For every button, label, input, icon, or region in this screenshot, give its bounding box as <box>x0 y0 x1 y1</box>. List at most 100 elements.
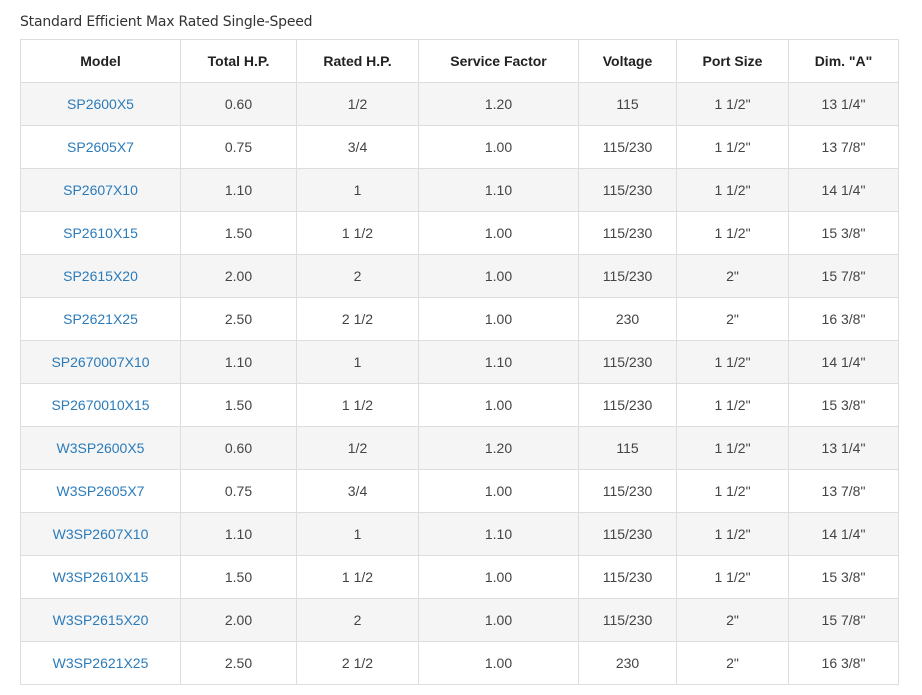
total-hp-cell: 0.75 <box>180 125 297 169</box>
service-factor-cell: 1.00 <box>418 598 579 642</box>
service-factor-cell: 1.00 <box>418 211 579 255</box>
port-size-cell: 1 1/2" <box>676 340 789 384</box>
voltage-cell: 230 <box>578 641 677 685</box>
port-size-cell: 2" <box>676 297 789 341</box>
total-hp-cell: 0.60 <box>180 82 297 126</box>
model-link[interactable]: SP2607X10 <box>63 182 138 198</box>
model-link[interactable]: SP2615X20 <box>63 268 138 284</box>
service-factor-cell: 1.00 <box>418 469 579 513</box>
rated-hp-cell: 2 1/2 <box>296 641 419 685</box>
rated-hp-cell: 1 <box>296 512 419 556</box>
rated-hp-cell: 2 <box>296 598 419 642</box>
total-hp-cell: 2.00 <box>180 254 297 298</box>
model-link[interactable]: SP2605X7 <box>67 139 134 155</box>
total-hp-cell: 1.10 <box>180 340 297 384</box>
service-factor-cell: 1.20 <box>418 82 579 126</box>
header-port-size: Port Size <box>676 39 789 83</box>
table-caption: Standard Efficient Max Rated Single-Spee… <box>20 14 313 30</box>
model-cell: SP2621X25 <box>20 297 181 341</box>
pump-spec-table: Model Total H.P. Rated H.P. Service Fact… <box>20 39 899 685</box>
rated-hp-cell: 1 <box>296 340 419 384</box>
table-row: SP2600X5 0.60 1/2 1.20 115 1 1/2" 13 1/4" <box>20 82 899 126</box>
service-factor-cell: 1.10 <box>418 168 579 212</box>
port-size-cell: 2" <box>676 641 789 685</box>
table-row: W3SP2600X5 0.60 1/2 1.20 115 1 1/2" 13 1/4" <box>20 426 899 470</box>
voltage-cell: 115/230 <box>578 512 677 556</box>
rated-hp-cell: 2 <box>296 254 419 298</box>
model-link[interactable]: SP2670007X10 <box>51 354 149 370</box>
model-cell: SP2600X5 <box>20 82 181 126</box>
port-size-cell: 2" <box>676 254 789 298</box>
table-row: SP2615X20 2.00 2 1.00 115/230 2" 15 7/8" <box>20 254 899 298</box>
voltage-cell: 115/230 <box>578 469 677 513</box>
model-cell: SP2607X10 <box>20 168 181 212</box>
table-row: SP2605X7 0.75 3/4 1.00 115/230 1 1/2" 13 7/8" <box>20 125 899 169</box>
header-voltage: Voltage <box>578 39 677 83</box>
model-link[interactable]: SP2600X5 <box>67 96 134 112</box>
voltage-cell: 115/230 <box>578 340 677 384</box>
port-size-cell: 1 1/2" <box>676 125 789 169</box>
total-hp-cell: 1.10 <box>180 168 297 212</box>
total-hp-cell: 2.00 <box>180 598 297 642</box>
rated-hp-cell: 1 1/2 <box>296 383 419 427</box>
rated-hp-cell: 1/2 <box>296 82 419 126</box>
dim-a-cell: 14 1/4" <box>788 168 899 212</box>
table-row: SP2670007X10 1.10 1 1.10 115/230 1 1/2" 14 1/4… <box>20 340 899 384</box>
model-link[interactable]: W3SP2615X20 <box>53 612 149 628</box>
total-hp-cell: 1.50 <box>180 211 297 255</box>
header-rated-hp: Rated H.P. <box>296 39 419 83</box>
total-hp-cell: 0.75 <box>180 469 297 513</box>
table-row: SP2607X10 1.10 1 1.10 115/230 1 1/2" 14 1/4" <box>20 168 899 212</box>
voltage-cell: 115 <box>578 426 677 470</box>
model-cell: W3SP2615X20 <box>20 598 181 642</box>
model-link[interactable]: SP2610X15 <box>63 225 138 241</box>
dim-a-cell: 15 7/8" <box>788 254 899 298</box>
port-size-cell: 1 1/2" <box>676 82 789 126</box>
header-service-factor: Service Factor <box>418 39 579 83</box>
dim-a-cell: 15 3/8" <box>788 555 899 599</box>
service-factor-cell: 1.10 <box>418 340 579 384</box>
port-size-cell: 1 1/2" <box>676 211 789 255</box>
model-cell: W3SP2605X7 <box>20 469 181 513</box>
voltage-cell: 115/230 <box>578 254 677 298</box>
total-hp-cell: 1.50 <box>180 555 297 599</box>
dim-a-cell: 14 1/4" <box>788 340 899 384</box>
total-hp-cell: 2.50 <box>180 297 297 341</box>
model-cell: SP2610X15 <box>20 211 181 255</box>
rated-hp-cell: 1 <box>296 168 419 212</box>
model-link[interactable]: W3SP2610X15 <box>53 569 149 585</box>
port-size-cell: 1 1/2" <box>676 512 789 556</box>
service-factor-cell: 1.00 <box>418 297 579 341</box>
model-link[interactable]: W3SP2607X10 <box>53 526 149 542</box>
voltage-cell: 115 <box>578 82 677 126</box>
voltage-cell: 115/230 <box>578 168 677 212</box>
rated-hp-cell: 1 1/2 <box>296 555 419 599</box>
model-cell: W3SP2600X5 <box>20 426 181 470</box>
header-dim-a: Dim. "A" <box>788 39 899 83</box>
dim-a-cell: 13 1/4" <box>788 82 899 126</box>
port-size-cell: 2" <box>676 598 789 642</box>
rated-hp-cell: 2 1/2 <box>296 297 419 341</box>
header-total-hp: Total H.P. <box>180 39 297 83</box>
model-cell: SP2615X20 <box>20 254 181 298</box>
model-cell: W3SP2621X25 <box>20 641 181 685</box>
table-body: SP2600X5 0.60 1/2 1.20 115 1 1/2" 13 1/4" SP260… <box>20 82 899 685</box>
rated-hp-cell: 1/2 <box>296 426 419 470</box>
model-link[interactable]: SP2670010X15 <box>51 397 149 413</box>
table-row: SP2610X15 1.50 1 1/2 1.00 115/230 1 1/2" 15 3/… <box>20 211 899 255</box>
table-row: W3SP2607X10 1.10 1 1.10 115/230 1 1/2" 14 1/4" <box>20 512 899 556</box>
dim-a-cell: 15 7/8" <box>788 598 899 642</box>
total-hp-cell: 1.50 <box>180 383 297 427</box>
dim-a-cell: 13 1/4" <box>788 426 899 470</box>
model-link[interactable]: W3SP2621X25 <box>53 655 149 671</box>
voltage-cell: 230 <box>578 297 677 341</box>
voltage-cell: 115/230 <box>578 383 677 427</box>
dim-a-cell: 15 3/8" <box>788 383 899 427</box>
model-link[interactable]: W3SP2600X5 <box>57 440 145 456</box>
model-link[interactable]: W3SP2605X7 <box>57 483 145 499</box>
table-row: W3SP2610X15 1.50 1 1/2 1.00 115/230 1 1/2" 15 … <box>20 555 899 599</box>
voltage-cell: 115/230 <box>578 598 677 642</box>
port-size-cell: 1 1/2" <box>676 555 789 599</box>
model-link[interactable]: SP2621X25 <box>63 311 138 327</box>
port-size-cell: 1 1/2" <box>676 168 789 212</box>
